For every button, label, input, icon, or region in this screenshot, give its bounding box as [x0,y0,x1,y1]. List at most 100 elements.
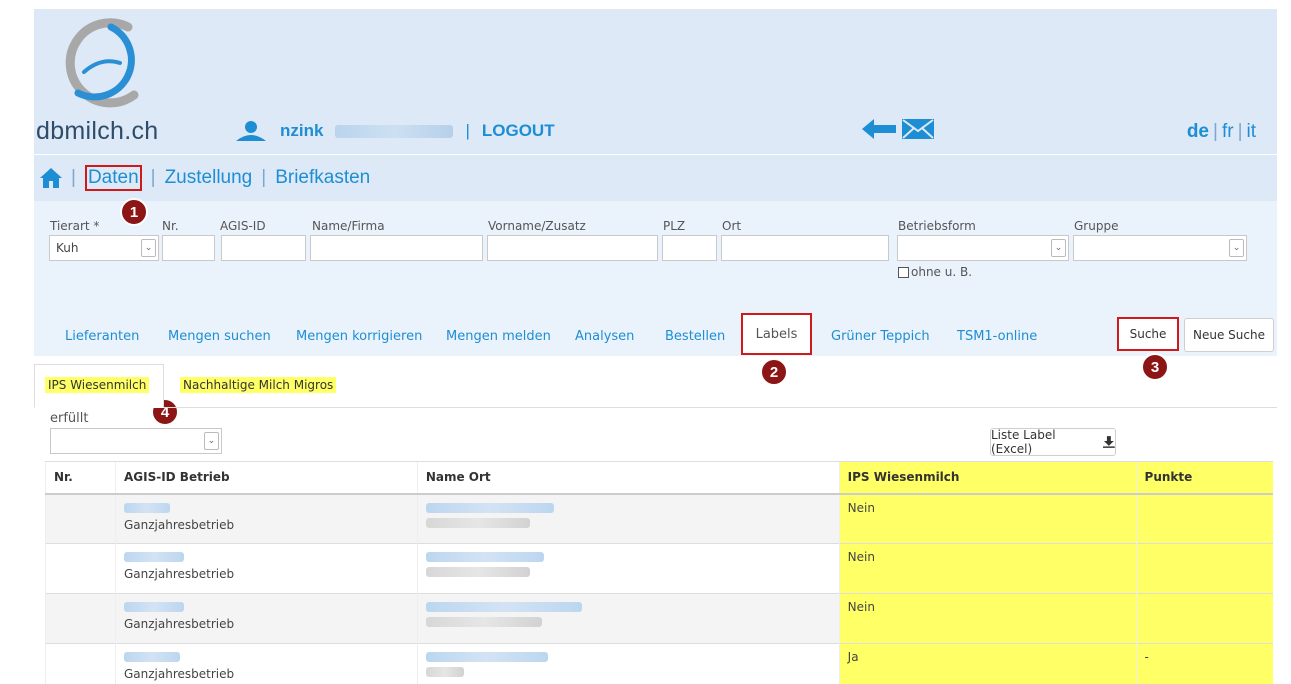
cell-name-ort [416,643,840,684]
function-tabs: Lieferanten Mengen suchen Mengen korrigi… [34,311,1277,356]
name-redacted[interactable] [425,652,548,662]
cell-nr [45,493,116,544]
betriebsform-select[interactable]: ⌄ [897,235,1069,261]
username-redacted [335,124,454,138]
ort-label: Ort [722,219,742,233]
chevron-down-icon: ⌄ [204,432,219,450]
tab-mengen-korrigieren[interactable]: Mengen korrigieren [296,329,422,344]
ort-redacted [425,517,530,528]
name-input[interactable] [310,235,483,261]
erfuellt-label: erfüllt [50,411,89,426]
tierart-label: Tierart * [50,219,100,233]
menu-briefkasten[interactable]: Briefkasten [275,167,370,189]
cell-betrieb: Ganzjahresbetrieb [123,667,235,681]
home-icon[interactable] [40,168,62,188]
logout-link[interactable]: LOGOUT [482,121,555,141]
col-agis[interactable]: AGIS-ID Betrieb [114,461,418,495]
table-row[interactable]: Ganzjahresbetrieb Nein [45,493,1273,544]
download-icon [1103,436,1115,448]
tab-mengen-melden[interactable]: Mengen melden [446,329,551,344]
col-name-ort[interactable]: Name Ort [416,461,840,495]
user-info: nzink | LOGOUT [234,121,555,141]
vorname-label: Vorname/Zusatz [488,219,586,233]
dbmilch-logo-icon[interactable] [56,15,156,115]
cell-ips: Ja [838,643,1137,684]
table-row[interactable]: Ganzjahresbetrieb Nein [45,543,1273,594]
labels-table: Nr. AGIS-ID Betrieb Name Ort IPS Wiesenm… [45,461,1273,684]
menu-daten[interactable]: Daten [84,165,142,191]
username: nzink [280,121,324,140]
nr-label: Nr. [162,219,179,233]
subtab-migros[interactable]: Nachhaltige Milch Migros [180,377,337,393]
lang-it[interactable]: it [1247,121,1257,142]
excel-button-label: Liste Label (Excel) [991,428,1056,456]
cell-punkte [1135,493,1273,544]
cell-agis: Ganzjahresbetrieb [114,493,418,544]
col-punkte[interactable]: Punkte [1135,461,1273,495]
cell-ips: Nein [838,593,1137,644]
annotation-badge-1: 1 [120,198,148,226]
erfuellt-select[interactable]: ⌄ [50,428,222,454]
header-icons [862,119,934,139]
ort-input[interactable] [721,235,889,261]
tab-labels[interactable]: Labels [741,313,812,355]
tab-mengen-suchen[interactable]: Mengen suchen [168,329,271,344]
name-label: Name/Firma [312,219,385,233]
name-redacted[interactable] [425,552,544,562]
agis-id-redacted[interactable] [123,552,184,562]
logo-text[interactable]: dbmilch.ch [36,117,159,146]
search-button[interactable]: Suche [1117,317,1179,351]
tab-gruener-teppich[interactable]: Grüner Teppich [831,329,930,344]
agis-label: AGIS-ID [220,219,266,233]
col-ips[interactable]: IPS Wiesenmilch [838,461,1137,495]
lang-fr[interactable]: fr [1222,121,1234,142]
tab-tsm1-online[interactable]: TSM1-online [957,329,1037,344]
user-icon [236,121,266,141]
name-redacted[interactable] [425,502,554,513]
user-separator: | [465,121,470,140]
cell-agis: Ganzjahresbetrieb [114,643,418,684]
tab-bestellen[interactable]: Bestellen [665,329,725,344]
agis-id-redacted[interactable] [123,502,170,513]
cell-betrieb: Ganzjahresbetrieb [123,567,235,581]
tierart-select[interactable]: Kuh ⌄ [49,235,159,261]
ort-redacted [425,567,530,577]
cell-betrieb: Ganzjahresbetrieb [123,517,235,532]
cell-name-ort [416,493,840,544]
menu-zustellung[interactable]: Zustellung [165,167,253,189]
cell-nr [45,543,116,594]
ohne-checkbox[interactable] [898,266,909,278]
tab-lieferanten[interactable]: Lieferanten [65,329,139,344]
mail-icon[interactable] [902,119,934,139]
cell-betrieb: Ganzjahresbetrieb [123,617,235,631]
cell-punkte: - [1135,643,1273,684]
back-arrow-icon[interactable] [862,119,896,139]
label-subtabs: IPS Wiesenmilch Nachhaltige Milch Migros [34,362,1277,408]
ohne-checkbox-row[interactable]: ohne u. B. [898,265,972,279]
tab-analysen[interactable]: Analysen [575,329,634,344]
gruppe-label: Gruppe [1074,219,1119,233]
nr-input[interactable] [162,235,215,261]
agis-id-redacted[interactable] [123,602,184,612]
ort-redacted [425,617,542,627]
subtab-ips[interactable]: IPS Wiesenmilch [45,377,150,393]
agis-input[interactable] [221,235,306,261]
gruppe-select[interactable]: ⌄ [1073,235,1247,261]
vorname-input[interactable] [487,235,658,261]
plz-input[interactable] [662,235,717,261]
chevron-down-icon: ⌄ [1229,239,1244,257]
name-redacted[interactable] [425,602,582,612]
cell-punkte [1135,593,1273,644]
tierart-value: Kuh [56,241,79,255]
cell-punkte [1135,543,1273,594]
agis-id-redacted[interactable] [123,652,180,662]
site-header: dbmilch.ch nzink | LOGOUT de | fr | it [34,9,1277,154]
table-row[interactable]: Ganzjahresbetrieb Ja - [45,643,1273,684]
excel-export-button[interactable]: Liste Label (Excel) [990,428,1116,456]
cell-name-ort [416,543,840,594]
table-row[interactable]: Ganzjahresbetrieb Nein [45,593,1273,644]
col-nr[interactable]: Nr. [45,461,116,495]
lang-de[interactable]: de [1187,121,1209,142]
new-search-button[interactable]: Neue Suche [1184,318,1274,352]
ort-redacted [425,667,464,677]
